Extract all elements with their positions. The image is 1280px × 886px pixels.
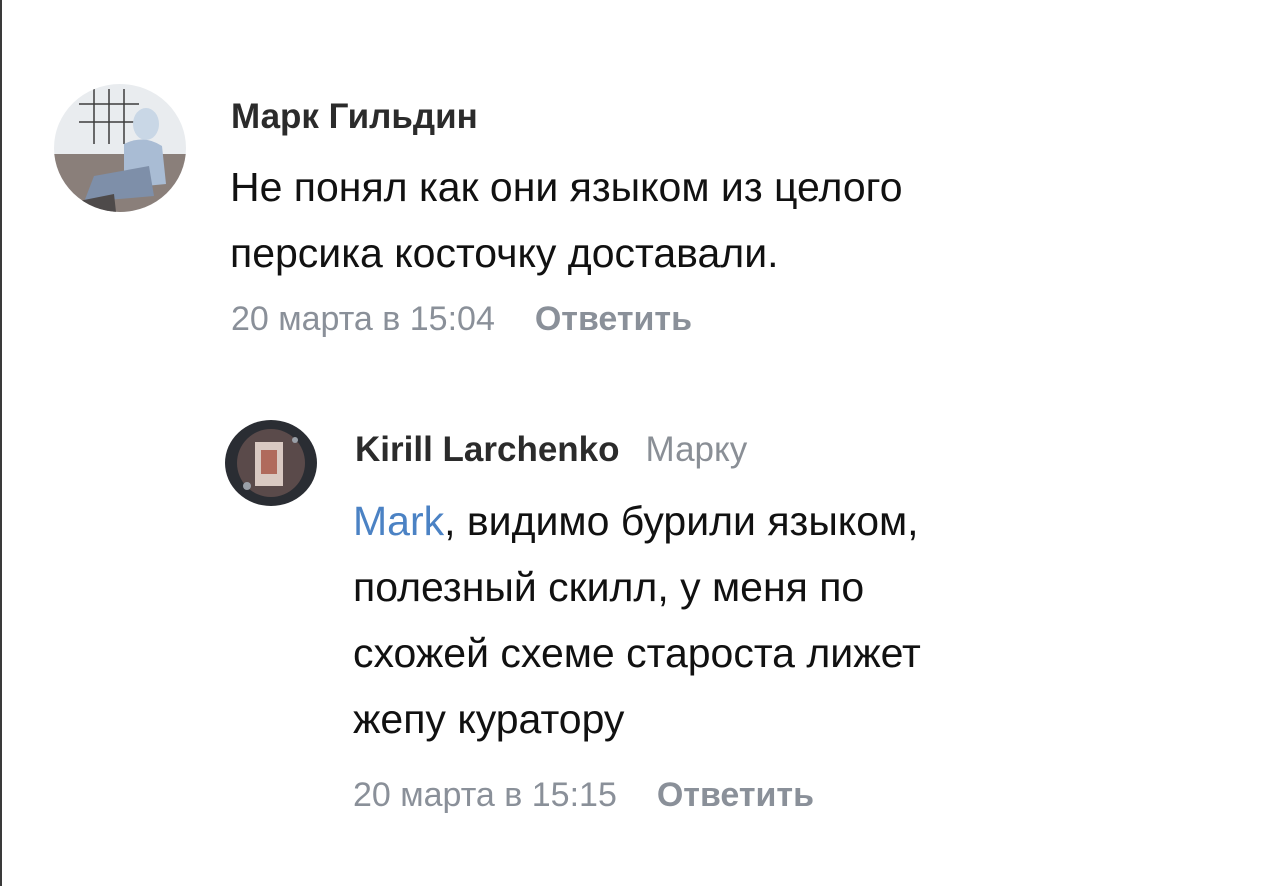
- comment-text-line: Mark, видимо бурили языком,: [353, 488, 919, 554]
- comment-text-fragment: , видимо бурили языком,: [444, 498, 919, 544]
- avatar[interactable]: [54, 84, 186, 212]
- mention-link[interactable]: Mark: [353, 498, 444, 544]
- avatar[interactable]: [225, 420, 317, 506]
- comment-text-line: персика косточку доставали.: [230, 230, 779, 276]
- reply-button[interactable]: Ответить: [535, 300, 692, 338]
- left-divider: [0, 0, 2, 886]
- comment-author[interactable]: Марк Гильдин: [231, 97, 478, 137]
- comment-text-line: Не понял как они языком из целого: [230, 164, 903, 210]
- comment-text-line: схожей схеме староста лижет: [353, 630, 921, 676]
- comment-text-line: полезный скилл, у меня по: [353, 564, 865, 610]
- avatar-image: [225, 420, 317, 506]
- comment-meta: 20 марта в 15:04 Ответить: [231, 300, 692, 339]
- comment-meta: 20 марта в 15:15 Ответить: [353, 776, 814, 815]
- comment-text-line: жепу куратору: [353, 696, 625, 742]
- comment-date: 20 марта в 15:04: [231, 300, 495, 338]
- comment-author: Kirill Larchenko Марку: [355, 430, 747, 470]
- comments-screen: Марк Гильдин Не понял как они языком из …: [0, 0, 1280, 886]
- reply-button[interactable]: Ответить: [657, 776, 814, 814]
- author-name[interactable]: Kirill Larchenko: [355, 430, 620, 469]
- comment-date: 20 марта в 15:15: [353, 776, 617, 814]
- avatar-image: [54, 84, 186, 212]
- reply-to-name[interactable]: Марку: [646, 430, 748, 469]
